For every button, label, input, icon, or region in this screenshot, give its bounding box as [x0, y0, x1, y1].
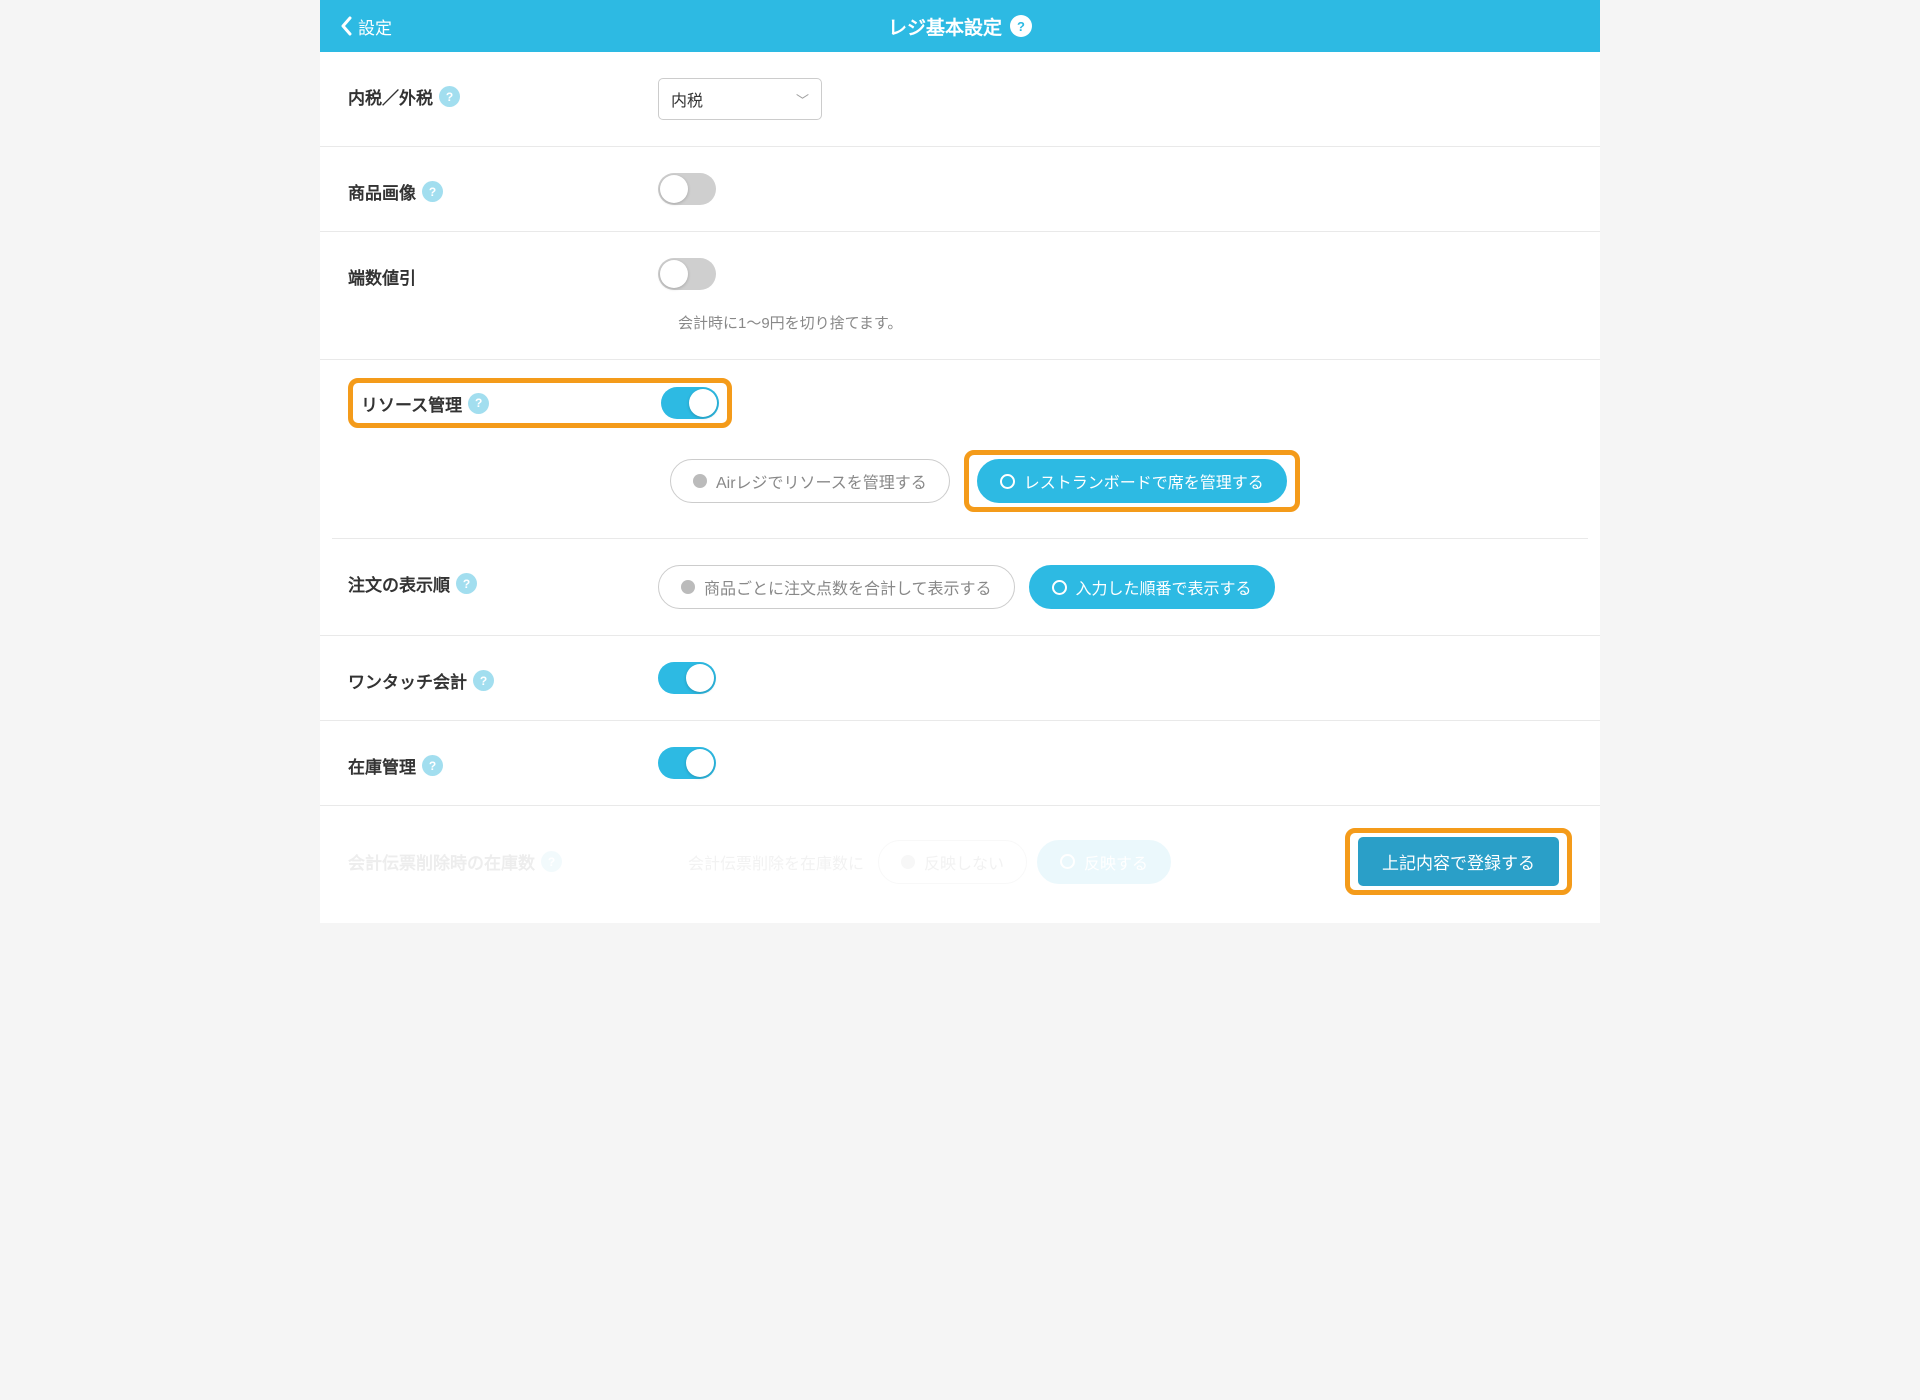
label-order-display: 注文の表示順 ?: [348, 565, 658, 596]
radio-dot-icon: [681, 580, 695, 594]
header: 設定 レジ基本設定 ?: [320, 0, 1600, 52]
radio-order-sequential[interactable]: 入力した順番で表示する: [1029, 565, 1275, 609]
row-product-image: 商品画像 ?: [320, 147, 1600, 232]
toggle-knob: [686, 664, 714, 692]
help-icon[interactable]: ?: [1010, 15, 1032, 37]
help-icon[interactable]: ?: [422, 755, 443, 776]
radio-resource-airregi[interactable]: Airレジでリソースを管理する: [670, 459, 950, 503]
radio-dot-icon: [901, 855, 915, 869]
toggle-onetouch[interactable]: [658, 662, 716, 694]
toggle-knob: [660, 260, 688, 288]
toggle-inventory[interactable]: [658, 747, 716, 779]
footer-sublabel: 会計伝票削除を在庫数に: [688, 850, 864, 874]
footer-row: 会計伝票削除時の在庫数 ? 会計伝票削除を在庫数に 反映しない 反映する 上記内…: [320, 805, 1600, 923]
toggle-rounding[interactable]: [658, 258, 716, 290]
row-tax: 内税／外税 ? 内税 ﹀: [320, 52, 1600, 147]
radio-stock-reflect[interactable]: 反映する: [1037, 840, 1171, 884]
tax-select[interactable]: 内税 ﹀: [658, 78, 822, 120]
highlight-submit: 上記内容で登録する: [1345, 828, 1572, 895]
help-icon[interactable]: ?: [473, 670, 494, 691]
row-inventory: 在庫管理 ?: [320, 721, 1600, 805]
radio-resource-restaurant[interactable]: レストランボードで席を管理する: [977, 459, 1287, 503]
chevron-left-icon: [340, 16, 352, 36]
row-order-display: 注文の表示順 ? 商品ごとに注文点数を合計して表示する 入力した順番で表示する: [320, 539, 1600, 636]
label-rounding: 端数値引: [348, 258, 658, 289]
label-onetouch: ワンタッチ会計 ?: [348, 662, 658, 693]
highlight-resource-restaurant: レストランボードで席を管理する: [964, 450, 1300, 512]
toggle-knob: [660, 175, 688, 203]
label-inventory: 在庫管理 ?: [348, 747, 658, 778]
chevron-down-icon: ﹀: [796, 90, 809, 109]
radio-dot-icon: [1052, 580, 1067, 595]
radio-dot-icon: [693, 474, 707, 488]
toggle-resource[interactable]: [661, 387, 719, 419]
rounding-hint: 会計時に1〜9円を切り捨てます。: [678, 312, 1572, 333]
tax-select-value: 内税: [671, 87, 703, 111]
page-title: レジ基本設定 ?: [888, 13, 1032, 40]
radio-dot-icon: [1060, 854, 1075, 869]
settings-form: 内税／外税 ? 内税 ﹀ 商品画像 ? 端数値引 会計時に1〜9円を切り捨てます…: [320, 52, 1600, 923]
back-button[interactable]: 設定: [340, 14, 392, 39]
highlight-resource-label: リソース管理 ?: [348, 378, 732, 428]
row-resource: リソース管理 ? Airレジでリソースを管理する レストランボードで席を管理する: [320, 360, 1600, 539]
radio-dot-icon: [1000, 474, 1015, 489]
toggle-knob: [686, 749, 714, 777]
radio-stock-noreflect[interactable]: 反映しない: [878, 840, 1027, 884]
radio-order-aggregate[interactable]: 商品ごとに注文点数を合計して表示する: [658, 565, 1015, 609]
toggle-product-image[interactable]: [658, 173, 716, 205]
label-stock-on-delete: 会計伝票削除時の在庫数 ?: [348, 849, 688, 874]
label-tax: 内税／外税 ?: [348, 78, 658, 109]
help-icon[interactable]: ?: [456, 573, 477, 594]
row-rounding: 端数値引 会計時に1〜9円を切り捨てます。: [320, 232, 1600, 360]
help-icon[interactable]: ?: [468, 393, 489, 414]
row-onetouch: ワンタッチ会計 ?: [320, 636, 1600, 721]
help-icon[interactable]: ?: [541, 851, 562, 872]
toggle-knob: [689, 389, 717, 417]
label-product-image: 商品画像 ?: [348, 173, 658, 204]
help-icon[interactable]: ?: [439, 86, 460, 107]
help-icon[interactable]: ?: [422, 181, 443, 202]
submit-button[interactable]: 上記内容で登録する: [1358, 837, 1559, 886]
back-label: 設定: [358, 14, 392, 39]
